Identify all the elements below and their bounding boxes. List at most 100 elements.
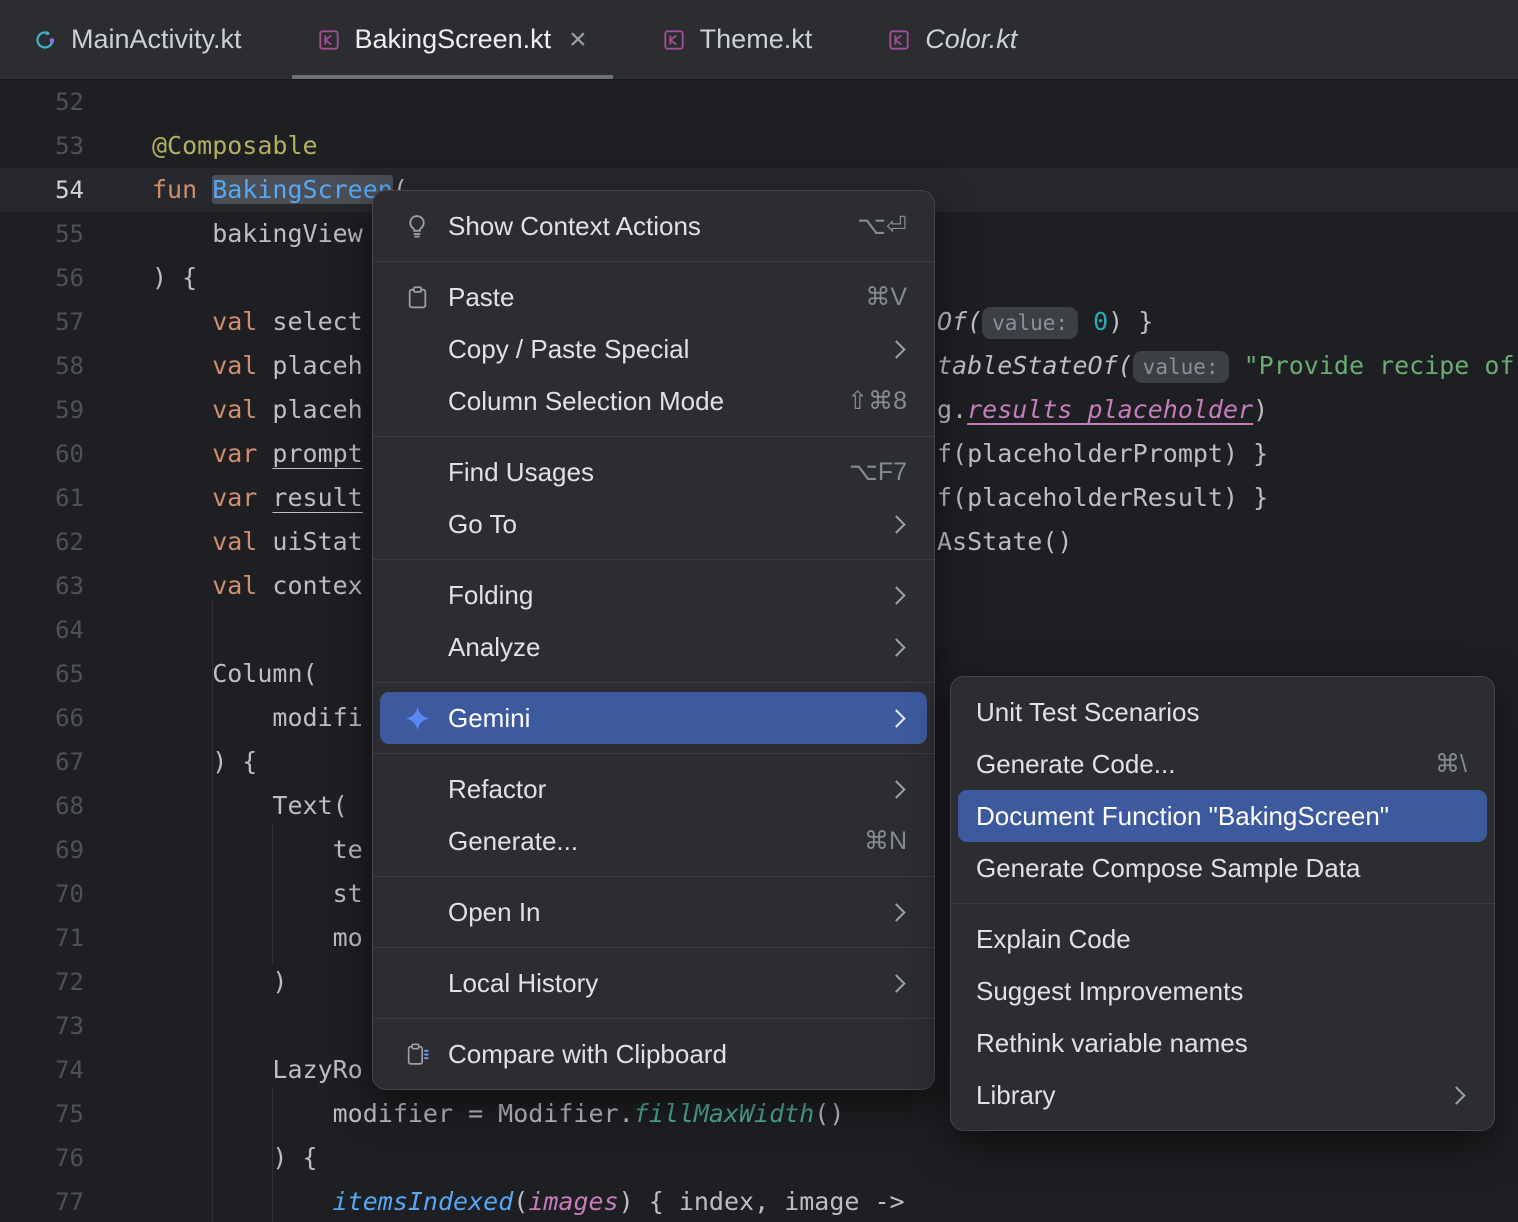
menu-item-label: Folding bbox=[448, 579, 534, 610]
menu-item-label: Copy / Paste Special bbox=[448, 333, 690, 364]
code-text: ) { bbox=[152, 1136, 318, 1180]
code-token: ) { bbox=[152, 1143, 318, 1172]
menu-item-generate-compose-sample-data[interactable]: Generate Compose Sample Data bbox=[958, 842, 1487, 894]
menu-item-local-history[interactable]: Local History bbox=[380, 957, 927, 1009]
code-line-76[interactable]: 76 ) { bbox=[0, 1136, 1518, 1180]
line-number[interactable]: 58 bbox=[0, 344, 84, 388]
line-number[interactable]: 56 bbox=[0, 256, 84, 300]
editor-tab-bar: MainActivity.kt BakingScreen.kt × Theme.kt C… bbox=[0, 0, 1518, 80]
code-line-52[interactable]: 52 bbox=[0, 80, 1518, 124]
activity-icon bbox=[34, 29, 56, 51]
line-number[interactable]: 60 bbox=[0, 432, 84, 476]
code-token: contex bbox=[257, 571, 363, 600]
code-token: ) { bbox=[152, 747, 258, 776]
menu-item-gemini[interactable]: Gemini bbox=[380, 692, 927, 744]
menu-item-show-context-actions[interactable]: Show Context Actions ⌥⏎ bbox=[380, 200, 927, 252]
code-text: @Composable bbox=[152, 124, 318, 168]
code-text: Column( bbox=[152, 652, 317, 696]
menu-separator bbox=[373, 947, 934, 948]
code-text-continued: f(placeholderResult) } bbox=[937, 476, 1268, 520]
menu-separator bbox=[951, 903, 1494, 904]
line-number[interactable]: 68 bbox=[0, 784, 84, 828]
tab-color-kt[interactable]: Color.kt bbox=[862, 0, 1043, 79]
line-number[interactable]: 73 bbox=[0, 1004, 84, 1048]
line-number[interactable]: 75 bbox=[0, 1092, 84, 1136]
menu-item-paste[interactable]: Paste ⌘V bbox=[380, 271, 927, 323]
chevron-right-icon bbox=[887, 973, 906, 993]
menu-item-library[interactable]: Library bbox=[958, 1069, 1487, 1121]
menu-item-unit-test-scenarios[interactable]: Unit Test Scenarios bbox=[958, 686, 1487, 738]
menu-item-label: Unit Test Scenarios bbox=[976, 696, 1200, 727]
shortcut-hint: ⇧⌘8 bbox=[847, 387, 907, 415]
code-line-53[interactable]: 53 @Composable bbox=[0, 124, 1518, 168]
close-tab-icon[interactable]: × bbox=[569, 24, 587, 55]
gemini-submenu: Unit Test Scenarios Generate Code... ⌘\ Doc… bbox=[950, 676, 1495, 1131]
menu-item-explain-code[interactable]: Explain Code bbox=[958, 913, 1487, 965]
line-number[interactable]: 71 bbox=[0, 916, 84, 960]
line-number[interactable]: 72 bbox=[0, 960, 84, 1004]
menu-item-compare-with-clipboard[interactable]: Compare with Clipboard bbox=[380, 1028, 927, 1080]
code-token: st bbox=[152, 879, 363, 908]
line-number[interactable]: 52 bbox=[0, 80, 84, 124]
line-number[interactable]: 57 bbox=[0, 300, 84, 344]
tab-label: Theme.kt bbox=[699, 24, 813, 54]
line-number[interactable]: 53 bbox=[0, 124, 84, 168]
menu-item-label: Analyze bbox=[448, 631, 541, 662]
line-number[interactable]: 54 bbox=[0, 168, 84, 212]
tab-mainactivity-kt[interactable]: MainActivity.kt bbox=[8, 0, 268, 79]
menu-item-folding[interactable]: Folding bbox=[380, 569, 927, 621]
code-text: Text( bbox=[152, 784, 347, 828]
menu-item-analyze[interactable]: Analyze bbox=[380, 621, 927, 673]
code-text: fun BakingScreen( bbox=[152, 168, 408, 212]
menu-item-rethink-variable-names[interactable]: Rethink variable names bbox=[958, 1017, 1487, 1069]
menu-item-column-selection-mode[interactable]: Column Selection Mode ⇧⌘8 bbox=[380, 375, 927, 427]
editor-context-menu: Show Context Actions ⌥⏎ Paste ⌘V Copy / Past… bbox=[372, 190, 935, 1090]
code-token: f(placeholderResult) } bbox=[937, 483, 1269, 512]
menu-item-find-usages[interactable]: Find Usages ⌥F7 bbox=[380, 446, 927, 498]
code-line-77[interactable]: 77 itemsIndexed(images) { index, image -… bbox=[0, 1180, 1518, 1222]
line-number[interactable]: 63 bbox=[0, 564, 84, 608]
line-number[interactable]: 67 bbox=[0, 740, 84, 784]
line-number[interactable]: 74 bbox=[0, 1048, 84, 1092]
line-number[interactable]: 64 bbox=[0, 608, 84, 652]
inlay-hint: value: bbox=[982, 307, 1079, 339]
line-number[interactable]: 65 bbox=[0, 652, 84, 696]
shortcut-hint: ⌘V bbox=[865, 283, 907, 311]
menu-item-go-to[interactable]: Go To bbox=[380, 498, 927, 550]
menu-item-generate[interactable]: Generate... ⌘N bbox=[380, 815, 927, 867]
shortcut-hint: ⌥F7 bbox=[849, 458, 907, 486]
line-number[interactable]: 70 bbox=[0, 872, 84, 916]
menu-item-document-function-bakingscreen[interactable]: Document Function "BakingScreen" bbox=[958, 790, 1487, 842]
line-number[interactable]: 69 bbox=[0, 828, 84, 872]
line-number[interactable]: 66 bbox=[0, 696, 84, 740]
code-token: val bbox=[152, 307, 258, 336]
line-number[interactable]: 55 bbox=[0, 212, 84, 256]
menu-item-refactor[interactable]: Refactor bbox=[380, 763, 927, 815]
menu-item-suggest-improvements[interactable]: Suggest Improvements bbox=[958, 965, 1487, 1017]
menu-item-label: Explain Code bbox=[976, 923, 1131, 954]
menu-item-label: Column Selection Mode bbox=[448, 385, 725, 416]
line-number[interactable]: 77 bbox=[0, 1180, 84, 1222]
code-token: te bbox=[152, 835, 363, 864]
code-token: fillMaxWidth bbox=[633, 1099, 815, 1128]
tab-theme-kt[interactable]: Theme.kt bbox=[637, 0, 839, 79]
code-text: val placeh bbox=[152, 388, 363, 432]
menu-item-label: Go To bbox=[448, 508, 517, 539]
tab-bakingscreen-kt[interactable]: BakingScreen.kt × bbox=[291, 0, 613, 79]
menu-item-label: Generate... bbox=[448, 825, 579, 856]
line-number[interactable]: 76 bbox=[0, 1136, 84, 1180]
code-token: @Composable bbox=[152, 131, 318, 160]
menu-item-copy-paste-special[interactable]: Copy / Paste Special bbox=[380, 323, 927, 375]
line-number[interactable]: 59 bbox=[0, 388, 84, 432]
line-number[interactable]: 62 bbox=[0, 520, 84, 564]
kotlin-icon bbox=[318, 29, 340, 51]
code-text: LazyRo bbox=[152, 1048, 362, 1092]
inlay-hint: value: bbox=[1132, 351, 1229, 383]
code-text: val placeh bbox=[152, 344, 363, 388]
menu-item-generate-code[interactable]: Generate Code... ⌘\ bbox=[958, 738, 1487, 790]
menu-item-open-in[interactable]: Open In bbox=[380, 886, 927, 938]
code-token: placeh bbox=[257, 395, 363, 424]
line-number[interactable]: 61 bbox=[0, 476, 84, 520]
code-token: Of( bbox=[937, 307, 983, 336]
